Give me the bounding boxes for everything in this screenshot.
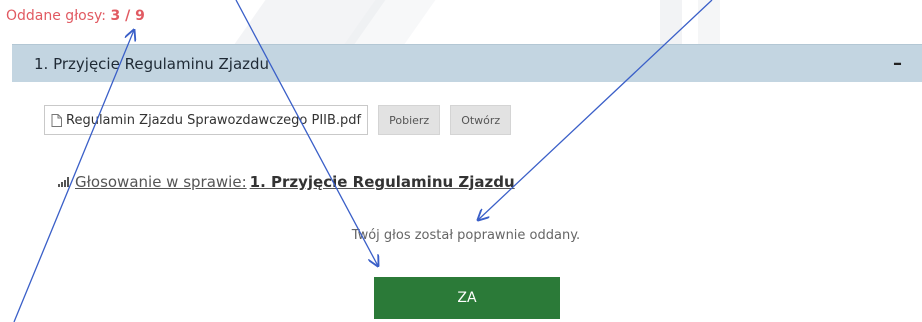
voting-link[interactable]: Głosowanie w sprawie: 1. Przyjęcie Regul…: [58, 173, 515, 191]
attachment-file[interactable]: Regulamin Zjazdu Sprawozdawczego PIIB.pd…: [44, 105, 369, 135]
votes-label: Oddane głosy:: [6, 8, 107, 24]
attachment-row: Regulamin Zjazdu Sprawozdawczego PIIB.pd…: [44, 105, 512, 135]
decor-stripe: [660, 0, 682, 44]
bar-chart-icon: [58, 177, 69, 187]
votes-counter: Oddane głosy: 3 / 9: [6, 8, 145, 24]
vote-za-button[interactable]: ZA: [374, 277, 560, 319]
voting-link-subject: 1. Przyjęcie Regulaminu Zjazdu: [249, 173, 515, 191]
voting-link-prefix: Głosowanie w sprawie:: [75, 173, 247, 191]
agenda-item-title: 1. Przyjęcie Regulaminu Zjazdu: [34, 54, 270, 73]
download-button[interactable]: Pobierz: [378, 105, 441, 135]
attachment-file-name: Regulamin Zjazdu Sprawozdawczego PIIB.pd…: [66, 112, 362, 128]
votes-count-value: 3 / 9: [110, 8, 145, 24]
collapse-button[interactable]: –: [889, 53, 906, 74]
document-icon: [51, 113, 62, 127]
decor-stripe: [698, 0, 720, 44]
open-button[interactable]: Otwórz: [450, 105, 512, 135]
vote-confirmation-message: Twój głos został poprawnie oddany.: [351, 228, 581, 243]
agenda-item-header[interactable]: 1. Przyjęcie Regulaminu Zjazdu –: [12, 44, 922, 82]
